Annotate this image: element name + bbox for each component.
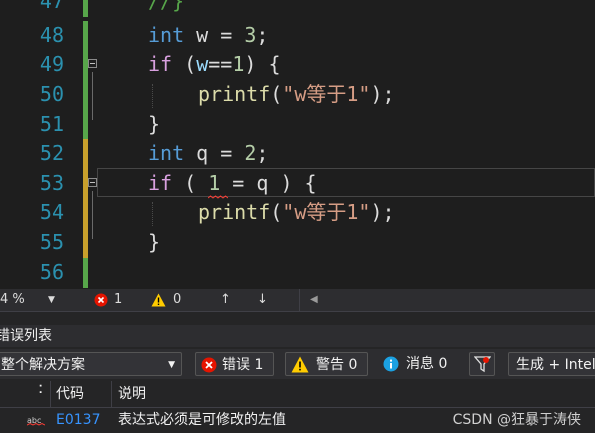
change-bar xyxy=(83,110,88,140)
error-list-toolbar: 整个解决方案 ▼ 错误 1 警告 0 消息 0 生成 + Intel xyxy=(0,349,595,379)
messages-filter-button[interactable]: 消息 0 xyxy=(380,352,460,376)
fold-line xyxy=(92,191,93,239)
collapse-icon[interactable] xyxy=(88,178,97,187)
column-header-code[interactable]: 代码 xyxy=(56,381,84,407)
code-line-49[interactable]: 49 if (w==1) { xyxy=(0,50,595,80)
error-description: 表达式必须是可修改的左值 xyxy=(118,412,286,428)
change-bar xyxy=(83,198,88,228)
column-header-description[interactable]: 说明 xyxy=(118,381,146,407)
line-number: 51 xyxy=(39,112,64,136)
line-number: 55 xyxy=(39,230,64,254)
filter-button[interactable] xyxy=(469,352,495,376)
scroll-left-icon[interactable]: ◀ xyxy=(310,294,318,305)
zoom-dropdown-icon[interactable]: ▼ xyxy=(48,295,55,305)
line-number: 52 xyxy=(39,141,64,165)
scope-select[interactable]: 整个解决方案 ▼ xyxy=(0,352,182,376)
chevron-down-icon: ▼ xyxy=(168,360,175,370)
panel-title: 错误列表 xyxy=(0,325,595,347)
arrow-up-icon[interactable]: ↑ xyxy=(220,292,231,307)
code-editor[interactable]: 47 //} 48 int w = 3; 49 if (w==1) { 50 p… xyxy=(0,0,595,289)
filter-icon xyxy=(474,356,491,373)
warning-icon xyxy=(291,356,309,373)
error-code-link[interactable]: E0137 xyxy=(56,408,100,433)
change-bar xyxy=(83,139,88,169)
change-bar xyxy=(83,258,88,288)
indent-guide xyxy=(152,84,153,108)
warning-icon[interactable] xyxy=(151,293,166,307)
code-text: if (w==1) { xyxy=(148,52,281,76)
indent-guide xyxy=(152,202,153,226)
line-number: 56 xyxy=(39,260,64,284)
errors-filter-button[interactable]: 错误 1 xyxy=(195,352,274,376)
line-number: 50 xyxy=(39,82,64,106)
code-line-52[interactable]: 52 int q = 2; xyxy=(0,139,595,169)
sort-icon[interactable]: ⠅ xyxy=(38,377,47,403)
error-icon[interactable] xyxy=(94,293,108,307)
line-number: 47 xyxy=(39,0,64,13)
warnings-filter-button[interactable]: 警告 0 xyxy=(285,352,368,376)
line-number: 53 xyxy=(39,171,64,195)
intellisense-error-icon: abc xyxy=(27,416,45,426)
code-line-53[interactable]: 53 if ( 1 = q ) { xyxy=(0,169,595,199)
zoom-level[interactable]: 4 % xyxy=(0,292,25,307)
column-separator xyxy=(50,381,51,407)
change-bar xyxy=(83,80,88,110)
code-line-55[interactable]: 55 } xyxy=(0,228,595,258)
code-line-54[interactable]: 54 printf("w等于1"); xyxy=(0,198,595,228)
code-text: int q = 2; xyxy=(148,141,269,165)
column-separator xyxy=(111,381,112,407)
code-text: printf("w等于1"); xyxy=(198,82,395,106)
line-number: 49 xyxy=(39,52,64,76)
watermark: CSDN @狂暴于涛侠 xyxy=(452,412,581,428)
code-text: //} xyxy=(148,0,185,13)
change-bar xyxy=(83,0,88,17)
line-number: 48 xyxy=(39,23,64,47)
code-line-48[interactable]: 48 int w = 3; xyxy=(0,21,595,51)
build-intellisense-select[interactable]: 生成 + Intel xyxy=(508,352,595,376)
panel-splitter[interactable] xyxy=(0,311,595,325)
column-header-row: ⠅ 代码 说明 xyxy=(0,381,595,408)
code-text: } xyxy=(148,112,161,136)
line-number: 54 xyxy=(39,200,64,224)
code-line-47[interactable]: 47 //} xyxy=(0,0,595,17)
arrow-down-icon[interactable]: ↓ xyxy=(257,292,268,307)
collapse-icon[interactable] xyxy=(88,59,97,68)
code-text: printf("w等于1"); xyxy=(198,200,395,224)
code-text: int w = 3; xyxy=(148,23,269,47)
code-line-56[interactable]: 56 xyxy=(0,258,595,288)
error-list-panel: 错误列表 整个解决方案 ▼ 错误 1 警告 0 消息 0 生成 + Intel … xyxy=(0,325,595,433)
code-line-50[interactable]: 50 printf("w等于1"); xyxy=(0,80,595,110)
change-bar xyxy=(83,21,88,51)
info-icon xyxy=(383,356,399,372)
warning-count[interactable]: 0 xyxy=(173,292,181,307)
code-text: } xyxy=(148,230,161,254)
error-icon xyxy=(201,357,217,373)
fold-line xyxy=(92,72,93,120)
scrollbar-divider xyxy=(299,289,300,311)
code-line-51[interactable]: 51 } xyxy=(0,110,595,140)
code-text: if ( 1 = q ) { xyxy=(148,171,317,195)
editor-status-bar: 4 % ▼ 1 0 ↑ ↓ ◀ xyxy=(0,289,595,311)
change-bar xyxy=(83,228,88,258)
error-count[interactable]: 1 xyxy=(114,292,122,307)
